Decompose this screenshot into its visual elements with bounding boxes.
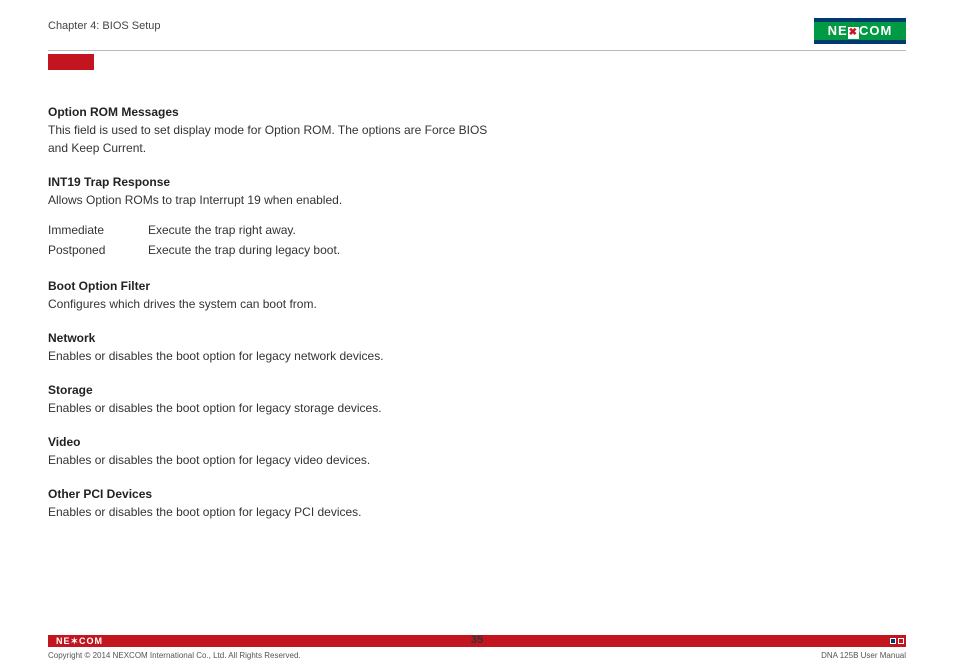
- row-desc: Execute the trap right away.: [148, 221, 372, 241]
- section-body: Allows Option ROMs to trap Interrupt 19 …: [48, 191, 508, 209]
- page-edge-tab: [48, 54, 94, 70]
- copyright-text: Copyright © 2014 NEXCOM International Co…: [48, 651, 301, 660]
- section-body: Enables or disables the boot option for …: [48, 503, 508, 521]
- section-title: Option ROM Messages: [48, 103, 508, 121]
- section-other-pci: Other PCI Devices Enables or disables th…: [48, 485, 508, 521]
- section-storage: Storage Enables or disables the boot opt…: [48, 381, 508, 417]
- section-title: Boot Option Filter: [48, 277, 508, 295]
- page-number: 35: [48, 634, 906, 646]
- brand-logo: NE✖COM: [814, 18, 906, 44]
- section-title: Storage: [48, 381, 508, 399]
- table-row: Postponed Execute the trap during legacy…: [48, 241, 372, 261]
- int19-table: Immediate Execute the trap right away. P…: [48, 221, 372, 261]
- section-body: Configures which drives the system can b…: [48, 295, 508, 313]
- section-title: Other PCI Devices: [48, 485, 508, 503]
- row-label: Immediate: [48, 221, 148, 241]
- section-int19: INT19 Trap Response Allows Option ROMs t…: [48, 173, 508, 261]
- section-body: Enables or disables the boot option for …: [48, 347, 508, 365]
- brand-logo-text: NE✖COM: [828, 23, 893, 39]
- section-title: INT19 Trap Response: [48, 173, 508, 191]
- section-title: Network: [48, 329, 508, 347]
- page-footer: NE✶COM 35 Copyright © 2014 NEXCOM Intern…: [48, 635, 906, 660]
- section-boot-filter: Boot Option Filter Configures which driv…: [48, 277, 508, 313]
- section-network: Network Enables or disables the boot opt…: [48, 329, 508, 365]
- chapter-label: Chapter 4: BIOS Setup: [48, 18, 161, 32]
- section-body: Enables or disables the boot option for …: [48, 451, 508, 469]
- section-body: Enables or disables the boot option for …: [48, 399, 508, 417]
- row-label: Postponed: [48, 241, 148, 261]
- section-title: Video: [48, 433, 508, 451]
- header-divider: [48, 50, 906, 51]
- page-content: Option ROM Messages This field is used t…: [48, 103, 508, 521]
- table-row: Immediate Execute the trap right away.: [48, 221, 372, 241]
- manual-name: DNA 125B User Manual: [821, 651, 906, 660]
- section-body: This field is used to set display mode f…: [48, 121, 508, 157]
- row-desc: Execute the trap during legacy boot.: [148, 241, 372, 261]
- section-video: Video Enables or disables the boot optio…: [48, 433, 508, 469]
- section-option-rom: Option ROM Messages This field is used t…: [48, 103, 508, 157]
